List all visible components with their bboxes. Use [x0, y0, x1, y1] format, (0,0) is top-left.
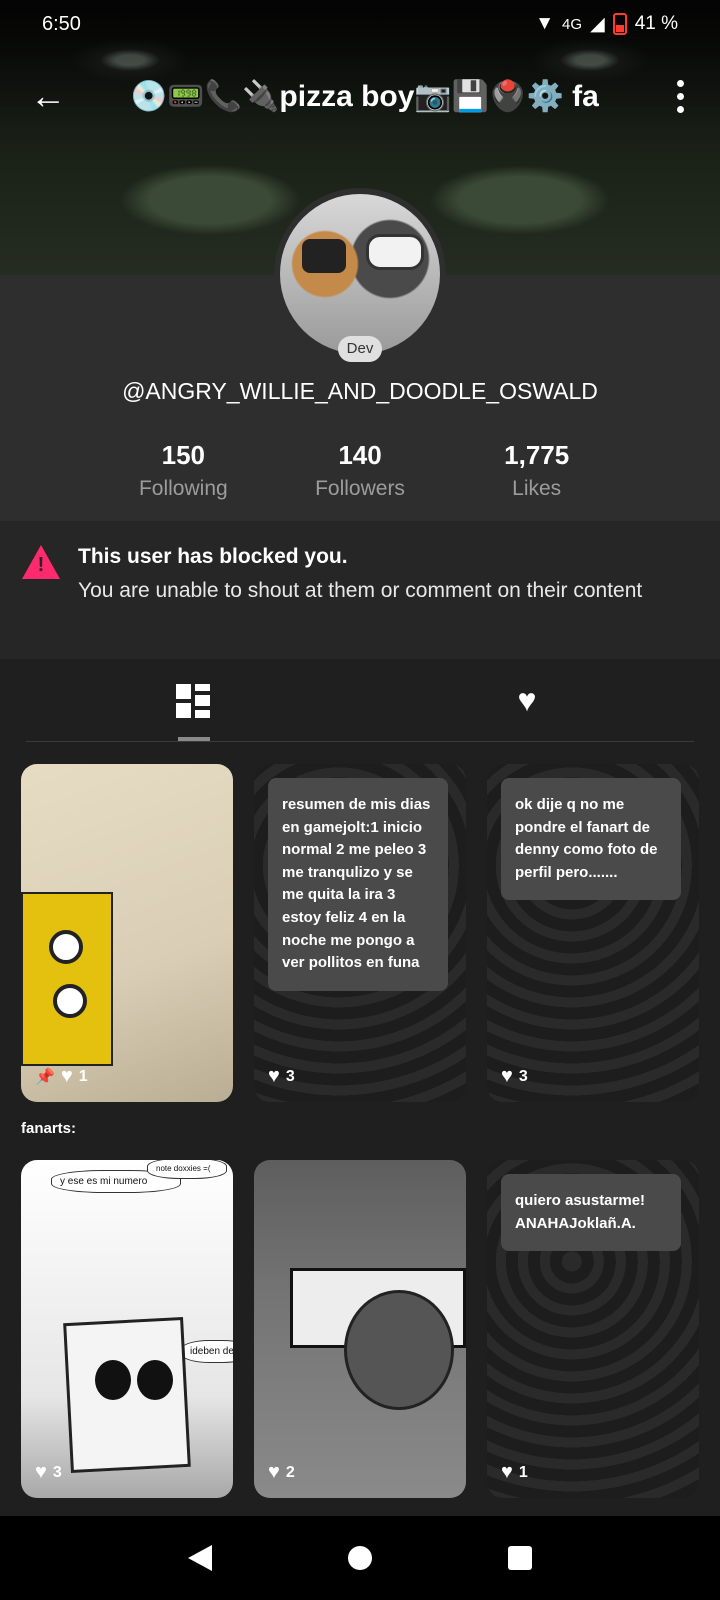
stat-followers[interactable]: 140 Followers — [272, 440, 449, 501]
tab-posts[interactable] — [26, 660, 360, 741]
profile-stats: 150 Following 140 Followers 1,775 Likes — [95, 440, 625, 501]
blocked-title: This user has blocked you. — [78, 545, 348, 568]
stat-likes: 1,775 Likes — [448, 440, 625, 501]
avatar-image — [280, 194, 440, 354]
heart-icon: ♥ — [501, 1065, 513, 1087]
status-time: 6:50 — [42, 12, 81, 35]
post-likes: 📌 ♥ 1 — [35, 1065, 88, 1088]
avatar-character-left — [302, 239, 346, 273]
page-title: 💿📟📞🔌pizza boy📷💾🖲️⚙️ fa — [130, 79, 599, 113]
section-label: fanarts: — [21, 1120, 77, 1137]
arrow-left-icon: ← — [30, 75, 66, 116]
heart-icon: ♥ — [60, 1065, 73, 1087]
post-drawing — [21, 892, 113, 1066]
dev-badge: Dev — [338, 336, 382, 362]
heart-icon: ♥ — [501, 1461, 513, 1483]
avatar-character-right — [366, 234, 424, 270]
system-nav-bar — [0, 1516, 720, 1600]
like-count: 3 — [518, 1067, 528, 1085]
like-count: 1 — [78, 1067, 88, 1085]
status-bar: 6:50 ▼ 4G ◢ 41 % — [0, 0, 720, 48]
post-card[interactable]: ok dije q no me pondre el fanart de denn… — [487, 764, 699, 1102]
like-count: 2 — [285, 1463, 295, 1481]
app-bar: ← 💿📟📞🔌pizza boy📷💾🖲️⚙️ fa — [0, 60, 720, 132]
post-card[interactable]: ♥ 2 — [254, 1160, 466, 1498]
like-count: 3 — [285, 1067, 295, 1085]
back-button[interactable]: ← — [0, 60, 96, 132]
speech-bubble: note doxxies =( — [147, 1160, 227, 1179]
blocked-notice: ! This user has blocked you. You are una… — [0, 521, 720, 659]
battery-icon — [612, 13, 627, 35]
nav-recents-icon[interactable] — [508, 1546, 532, 1570]
heart-icon: ♥ — [268, 1065, 280, 1087]
profile-tabs: ♥ — [26, 660, 694, 742]
stat-value: 150 — [161, 440, 206, 470]
more-dot-icon — [676, 79, 684, 87]
post-card[interactable]: 📌 ♥ 1 — [21, 764, 233, 1102]
post-likes: ♥ 2 — [268, 1461, 295, 1484]
stat-label: Following — [138, 477, 228, 500]
post-likes: ♥ 1 — [501, 1461, 528, 1484]
more-dot-icon — [676, 105, 684, 113]
heart-icon: ♥ — [517, 682, 537, 718]
warning-icon: ! — [22, 545, 62, 581]
stat-value: 1,775 — [504, 440, 570, 470]
post-drawing — [63, 1316, 191, 1474]
avatar[interactable] — [274, 188, 446, 360]
heart-icon: ♥ — [268, 1461, 280, 1483]
wifi-icon: ▼ — [535, 13, 555, 34]
post-likes: ♥ 3 — [268, 1065, 295, 1088]
post-likes: ♥ 3 — [501, 1065, 528, 1088]
stat-label: Likes — [512, 477, 562, 500]
signal-icon: ◢ — [590, 13, 605, 35]
pin-icon: 📌 — [35, 1068, 55, 1086]
stat-following[interactable]: 150 Following — [95, 440, 272, 501]
tab-likes[interactable]: ♥ — [360, 660, 694, 741]
post-card[interactable]: resumen de mis dias en gamejolt:1 inicio… — [254, 764, 466, 1102]
blocked-text: This user has blocked you. You are unabl… — [78, 545, 698, 659]
speech-bubble: ideben de — [181, 1340, 233, 1363]
like-count: 3 — [52, 1463, 62, 1481]
stat-value: 140 — [338, 440, 382, 470]
post-likes: ♥ 3 — [35, 1461, 62, 1484]
more-options-button[interactable] — [640, 60, 720, 132]
grid-icon — [176, 683, 210, 718]
nav-home-icon[interactable] — [348, 1546, 372, 1570]
more-dot-icon — [676, 92, 684, 100]
post-text: ok dije q no me pondre el fanart de denn… — [501, 778, 681, 901]
stat-label: Followers — [315, 477, 405, 500]
post-text: quiero asustarme! ANAHAJoklañ.A. — [501, 1174, 681, 1252]
network-label: 4G — [562, 15, 583, 33]
status-icons: ▼ 4G ◢ 41 % — [535, 13, 678, 36]
post-card[interactable]: quiero asustarme! ANAHAJoklañ.A. ♥ 1 — [487, 1160, 699, 1498]
nav-back-icon[interactable] — [188, 1545, 212, 1571]
post-text: resumen de mis dias en gamejolt:1 inicio… — [268, 778, 448, 991]
username: @ANGRY_WILLIE_AND_DOODLE_OSWALD — [122, 378, 598, 404]
post-card[interactable]: y ese es mi numero note doxxies =( idebe… — [21, 1160, 233, 1498]
like-count: 1 — [518, 1463, 528, 1481]
blocked-message: You are unable to shout at them or comme… — [78, 579, 643, 602]
battery-level: 41 % — [634, 13, 678, 34]
heart-icon: ♥ — [35, 1461, 47, 1483]
